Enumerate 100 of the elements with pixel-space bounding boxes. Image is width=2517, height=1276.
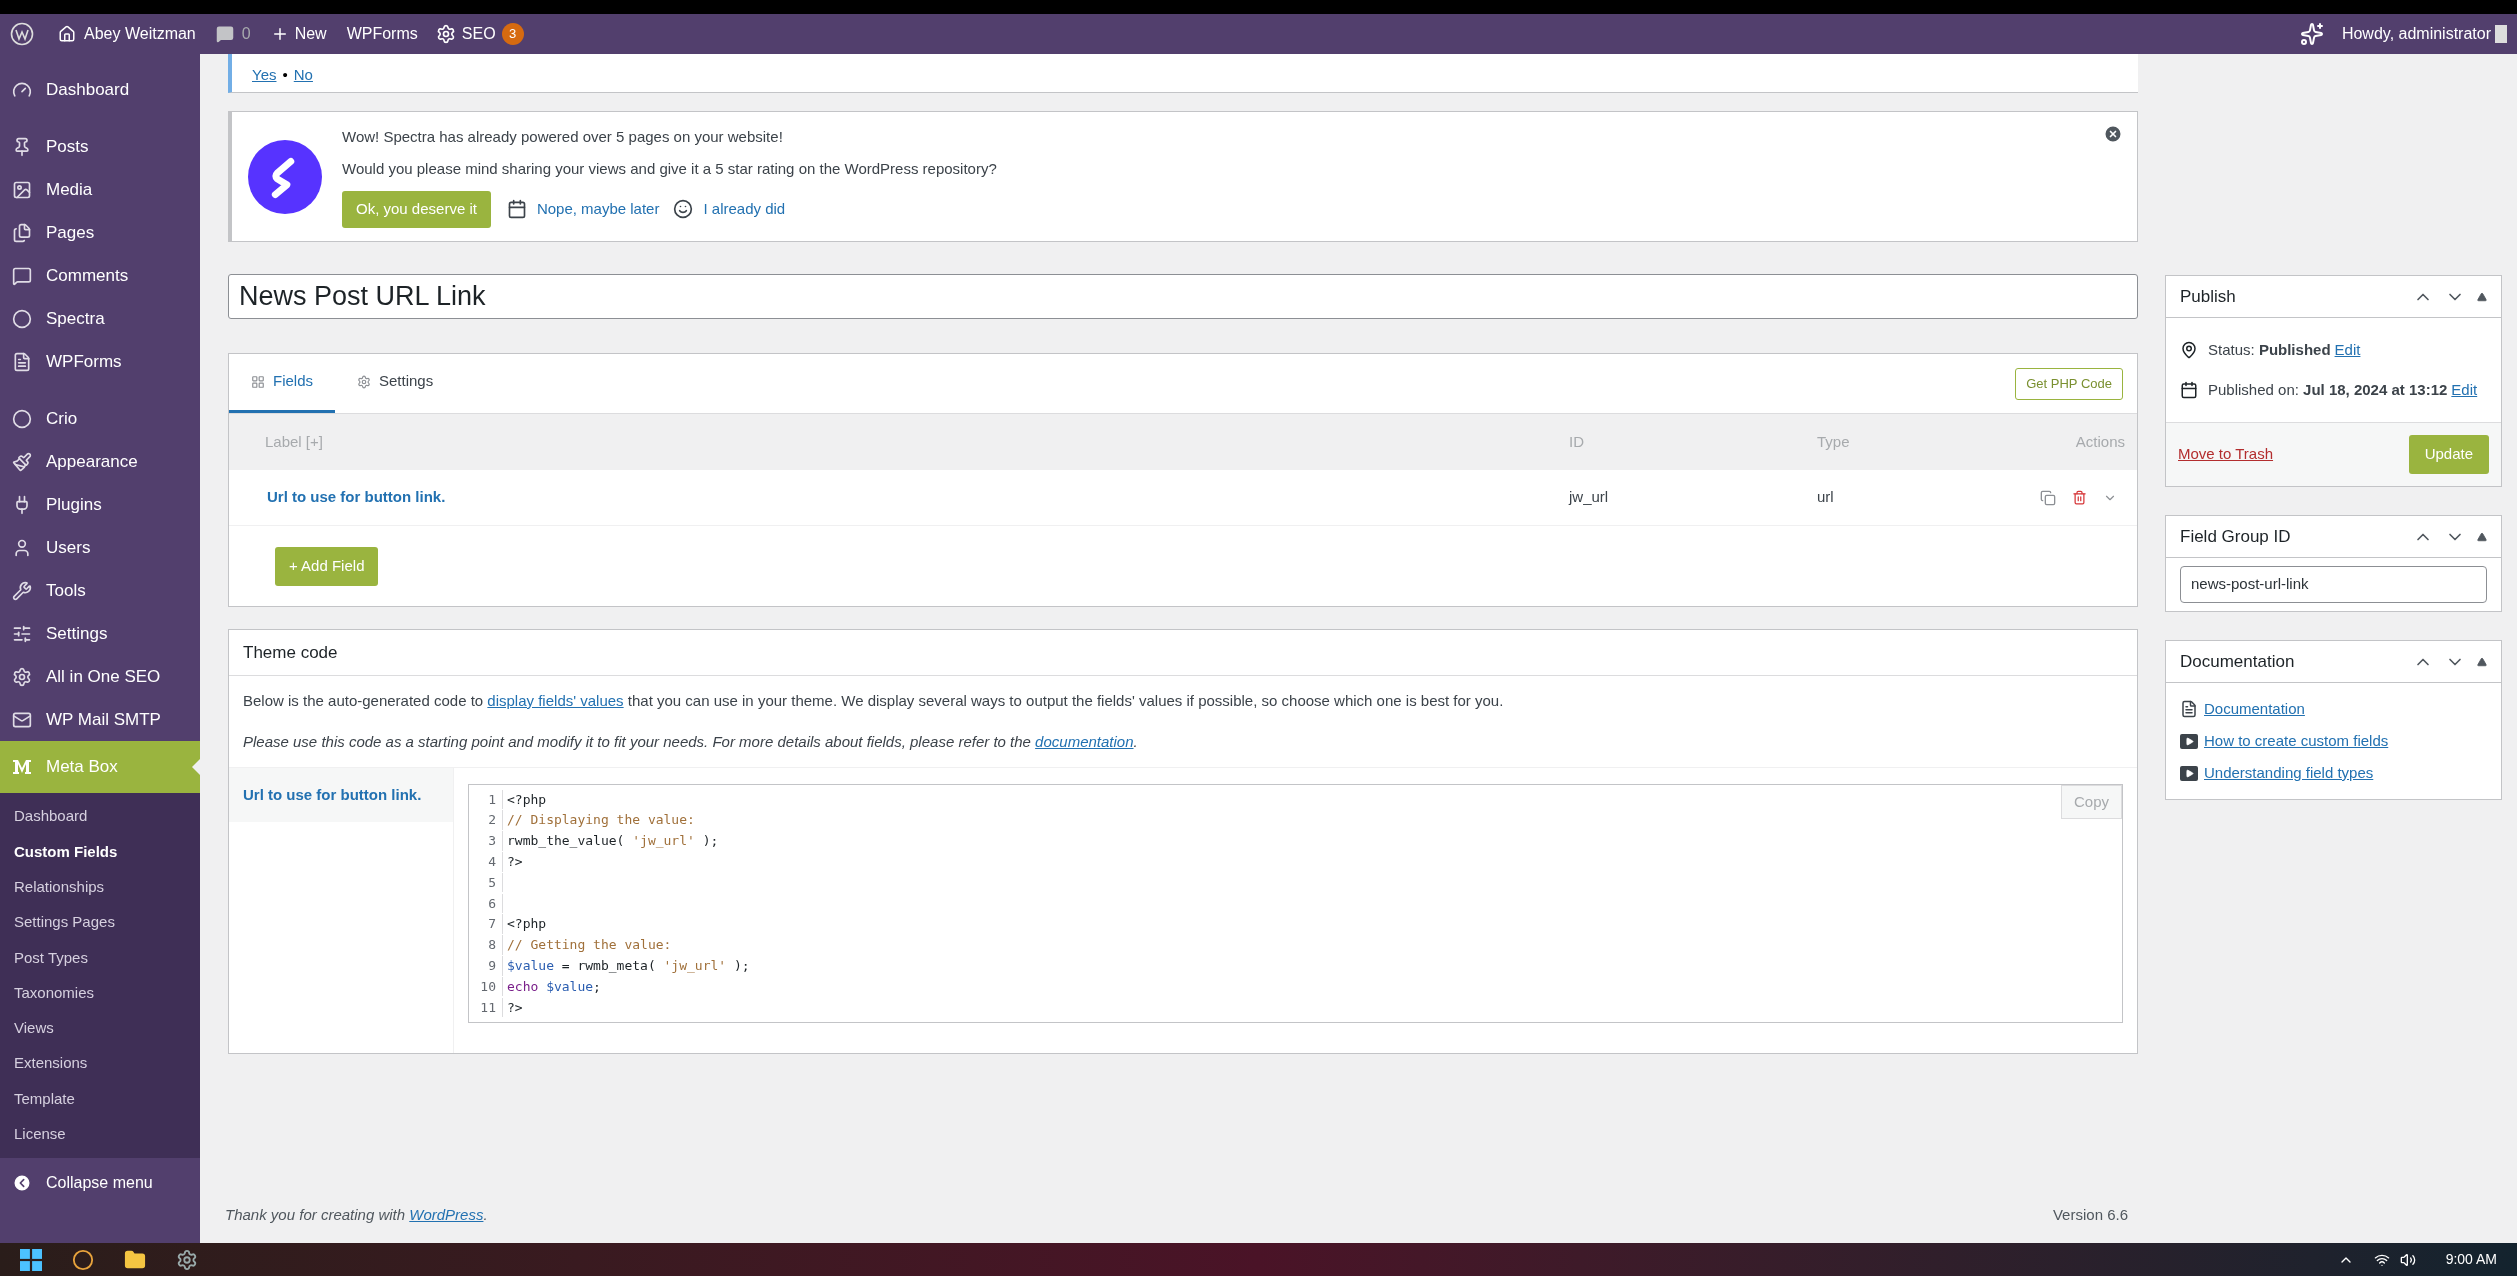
- column-header: Actions: [2074, 431, 2126, 452]
- panel-title: Theme code: [243, 641, 338, 664]
- footer-text: Thank you for creating with WordPress.: [225, 1204, 488, 1225]
- seo-link[interactable]: SEO: [461, 22, 496, 46]
- sidebar-item[interactable]: Plugins: [0, 483, 200, 526]
- code-line: ?>: [506, 853, 523, 872]
- submenu-item[interactable]: License: [0, 1116, 200, 1152]
- submenu-item[interactable]: Template: [0, 1081, 200, 1117]
- sidebar-item[interactable]: Comments: [0, 254, 200, 297]
- intro-text: Below is the auto-generated code to display fields' values that you can use in your theme. We display several ways to output the fields' values if possible, so choose which one is best for you.: [242, 691, 1505, 711]
- code-line: // Getting the value:: [506, 936, 672, 955]
- no-link[interactable]: No: [293, 63, 313, 86]
- sidebar-item[interactable]: Spectra: [0, 297, 200, 340]
- form-icon: [12, 351, 32, 372]
- new-link[interactable]: New: [294, 22, 327, 46]
- duplicate-icon[interactable]: [2040, 489, 2056, 506]
- wpforms-link[interactable]: WPForms: [346, 22, 418, 46]
- separator: •: [282, 64, 288, 85]
- column-header: Type: [1817, 431, 1851, 452]
- triangle-icon[interactable]: [2477, 531, 2487, 542]
- sidebar-item[interactable]: Settings: [0, 612, 200, 655]
- gear-icon: [12, 666, 32, 687]
- edit-link[interactable]: Edit: [2334, 338, 2361, 362]
- calendar-icon: [506, 199, 527, 219]
- submenu-item[interactable]: Relationships: [0, 869, 200, 905]
- code-line: $value = rwmb_meta( 'jw_url' );: [506, 957, 750, 975]
- folder-icon[interactable]: [124, 1248, 146, 1271]
- submenu-item[interactable]: Views: [0, 1010, 200, 1047]
- home-icon[interactable]: [58, 25, 76, 43]
- sidebar-item[interactable]: WPForms: [0, 340, 200, 383]
- move-to-trash-link[interactable]: Move to Trash: [2178, 443, 2274, 466]
- box-title: Field Group ID: [2180, 525, 2292, 548]
- sliders-icon: [12, 623, 32, 644]
- field-label-link[interactable]: Url to use for button link.: [229, 486, 1569, 509]
- code-line: ?>: [506, 998, 523, 1017]
- gear-icon[interactable]: [435, 24, 456, 44]
- close-icon[interactable]: [2103, 124, 2123, 144]
- sidebar-item[interactable]: Appearance: [0, 440, 200, 483]
- speaker-icon[interactable]: [2399, 1251, 2416, 1268]
- submenu-item[interactable]: Dashboard: [0, 799, 200, 835]
- documentation-link[interactable]: Understanding field types: [2204, 761, 2374, 785]
- sparkles-icon[interactable]: [2299, 22, 2324, 46]
- code-line: <?php: [506, 915, 547, 934]
- done-link[interactable]: I already did: [703, 197, 786, 221]
- code-line: rwmb_the_value( 'jw_url' );: [506, 832, 719, 851]
- gear-icon: [357, 374, 371, 389]
- table-cell-text: jw_url: [1569, 487, 1610, 508]
- sidebar-item[interactable]: Posts: [0, 125, 200, 168]
- calendar-icon: [2180, 381, 2198, 399]
- submenu-item[interactable]: Custom Fields: [0, 834, 200, 870]
- trash-icon[interactable]: [2072, 490, 2087, 505]
- ring-icon: [12, 408, 32, 429]
- speech-bubble-icon: [12, 265, 32, 286]
- box-title: Publish: [2180, 285, 2237, 308]
- submenu-item[interactable]: Taxonomies: [0, 975, 200, 1011]
- version-text: Version 6.6: [2052, 1204, 2128, 1225]
- windows-logo-icon[interactable]: [20, 1248, 42, 1271]
- documentation-link[interactable]: Documentation: [2204, 697, 2305, 721]
- notification-count: 3: [501, 23, 524, 45]
- field-tab[interactable]: Url to use for button link.: [229, 768, 453, 822]
- date-text: Published on: Jul 18, 2024 at 13:12: [2208, 379, 2448, 400]
- submenu-item[interactable]: Post Types: [0, 940, 200, 976]
- collapse-menu-link[interactable]: Collapse menu: [46, 1170, 153, 1195]
- triangle-icon[interactable]: [2477, 291, 2487, 302]
- triangle-icon[interactable]: [2477, 656, 2487, 667]
- comment-count[interactable]: 0: [241, 22, 251, 46]
- gear-icon[interactable]: [176, 1248, 198, 1271]
- submenu-item[interactable]: Extensions: [0, 1046, 200, 1082]
- later-link[interactable]: Nope, maybe later: [536, 197, 660, 221]
- sidebar-item[interactable]: All in One SEO: [0, 655, 200, 698]
- sidebar-item[interactable]: Crio: [0, 397, 200, 440]
- sidebar-item[interactable]: Media: [0, 168, 200, 211]
- sidebar-item[interactable]: Users: [0, 526, 200, 569]
- wordpress-logo-icon[interactable]: [10, 22, 34, 46]
- smile-icon: [673, 199, 694, 219]
- sidebar-item[interactable]: Dashboard: [0, 68, 200, 111]
- pages-icon: [12, 222, 32, 243]
- current-pointer-icon: [192, 759, 200, 775]
- sidebar-item[interactable]: Tools: [0, 569, 200, 612]
- greeting-link[interactable]: Howdy, administrator: [2341, 22, 2491, 46]
- clock-text[interactable]: 9:00 AM: [2445, 1249, 2497, 1270]
- site-name-link[interactable]: Abey Weitzman: [84, 22, 196, 46]
- yes-link[interactable]: Yes: [252, 63, 277, 86]
- pin-icon: [2180, 341, 2198, 359]
- group-id-field[interactable]: news-post-url-link: [2180, 566, 2487, 603]
- sidebar-item[interactable]: WP Mail SMTP: [0, 698, 200, 741]
- edit-link[interactable]: Edit: [2451, 378, 2478, 402]
- documentation-link[interactable]: How to create custom fields: [2204, 729, 2389, 753]
- documentation-link[interactable]: documentation: [1035, 732, 1134, 750]
- panel-tab[interactable]: Settings: [335, 353, 456, 413]
- collapse-icon[interactable]: [12, 1172, 32, 1193]
- display-values-link[interactable]: display fields' values: [487, 692, 624, 709]
- sidebar-item[interactable]: Pages: [0, 211, 200, 254]
- submenu-item[interactable]: Settings Pages: [0, 904, 200, 941]
- table-cell-text: url: [1817, 487, 1835, 508]
- get-php-code-button[interactable]: Get PHP Code: [2015, 367, 2123, 400]
- wrench-icon: [12, 580, 32, 601]
- column-header: ID: [1569, 431, 1585, 452]
- speech-bubble-icon[interactable]: [215, 25, 234, 43]
- title-field[interactable]: News Post URL Link: [228, 274, 2138, 319]
